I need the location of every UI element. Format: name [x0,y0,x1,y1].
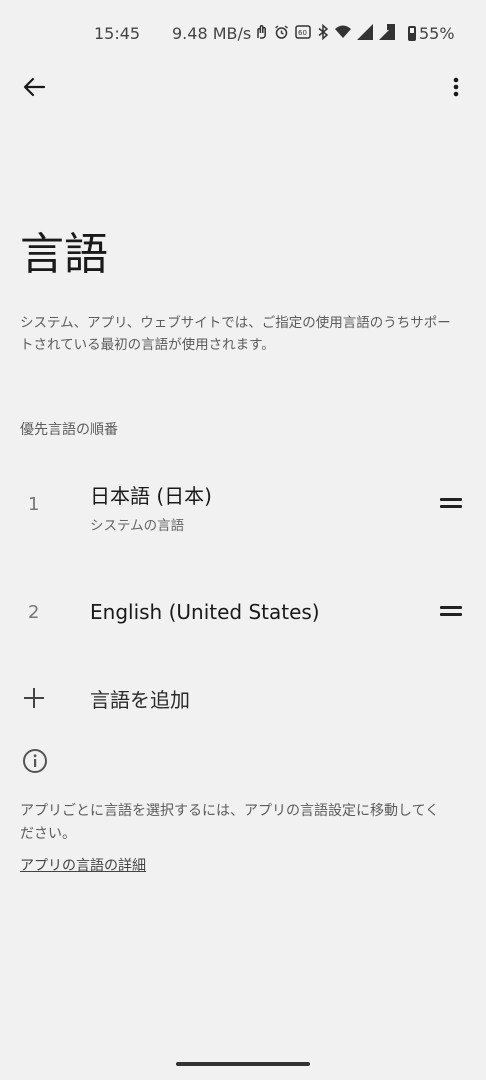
signal-2-icon [379,24,395,44]
svg-text:60: 60 [298,29,307,37]
gesture-navigation-bar[interactable] [176,1062,310,1066]
bluetooth-icon [317,23,329,44]
status-network-speed: 9.48 MB/s [172,24,252,43]
app-language-info: アプリごとに言語を選択するには、アプリの言語設定に移動してください。 [20,803,440,842]
language-name: English (United States) [90,600,320,624]
info-icon [23,749,47,773]
status-bar: 15:45 9.48 MB/s 60 55% [0,20,486,48]
add-language-label: 言語を追加 [90,688,190,712]
battery-indicator: 55% [408,24,455,43]
app-bar [0,66,486,106]
language-name: 日本語 (日本) [90,484,212,508]
language-item-1[interactable]: 1 日本語 (日本) システムの言語 [0,478,486,538]
status-time: 15:45 [94,24,141,43]
battery-level: 55% [419,24,455,43]
language-subtitle: システムの言語 [90,518,185,534]
alarm-icon [274,24,289,44]
wifi-icon [335,25,351,43]
add-language-button[interactable]: 言語を追加 [0,678,486,718]
language-index: 2 [28,602,40,623]
language-item-2[interactable]: 2 English (United States) [0,598,486,630]
signal-icon [357,24,373,44]
preferred-languages-label: 優先言語の順番 [20,422,118,438]
drag-handle-icon[interactable] [440,606,462,620]
back-button[interactable] [20,72,50,102]
hd-icon: 60 [295,25,311,43]
battery-icon [408,26,416,41]
drag-handle-icon[interactable] [440,498,462,512]
language-index: 1 [28,494,40,515]
hand-icon [254,24,268,44]
app-language-details-link[interactable]: アプリの言語の詳細 [20,855,146,875]
page-description: システム、アプリ、ウェブサイトでは、ご指定の使用言語のうちサポートされている最初… [20,315,451,353]
more-vert-icon [453,77,459,97]
plus-icon [24,688,44,708]
more-options-button[interactable] [443,72,469,102]
arrow-left-icon [23,77,46,97]
page-title: 言語 [20,229,108,280]
status-icons: 60 [254,23,395,44]
